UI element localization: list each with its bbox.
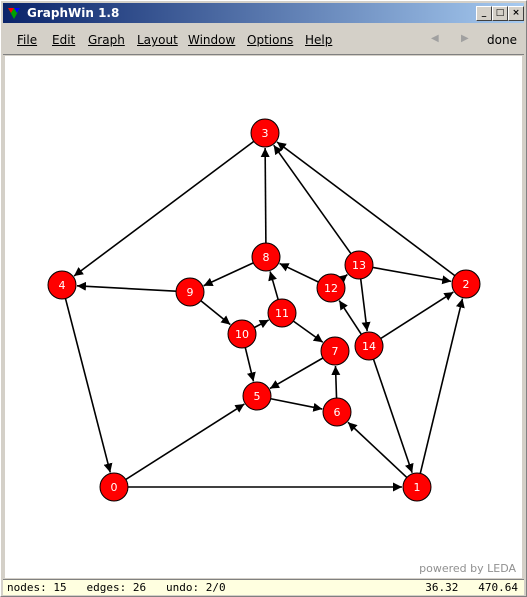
edges-layer [64, 140, 465, 492]
graph-node-label: 6 [334, 406, 341, 419]
graph-node-label: 5 [254, 390, 261, 403]
title-bar[interactable]: GraphWin 1.8 _ □ × [3, 3, 524, 23]
graph-node-label: 12 [324, 282, 338, 295]
graph-node-10[interactable]: 10 [227, 319, 257, 349]
menu-help-label: Help [305, 33, 333, 47]
graph-node-8[interactable]: 8 [251, 242, 281, 272]
graph-canvas[interactable]: 0 1 2 3 4 5 6 7 8 9 10 11 12 13 14 powered by LEDA [5, 56, 522, 578]
graph-node-label: 7 [332, 345, 339, 358]
graph-node-6[interactable]: 6 [322, 397, 352, 427]
edge-5-6[interactable] [270, 397, 323, 412]
menu-options[interactable]: Options [247, 33, 293, 47]
minimize-button[interactable]: _ [476, 6, 492, 21]
graph-node-3[interactable]: 3 [250, 118, 280, 148]
graph-node-label: 10 [235, 328, 249, 341]
graph-node-label: 8 [263, 251, 270, 264]
graph-node-4[interactable]: 4 [47, 270, 77, 300]
graph-node-label: 2 [463, 278, 470, 291]
edge-8-3[interactable] [260, 147, 270, 244]
graph-node-13[interactable]: 13 [344, 250, 374, 280]
edge-11-7[interactable] [292, 320, 324, 343]
graph-drawing[interactable]: 0 1234567891011121314 [5, 56, 522, 578]
menu-help[interactable]: Help [305, 33, 332, 47]
edge-13-14[interactable] [359, 278, 371, 332]
menu-edit-label: Edit [52, 33, 76, 47]
edge-3-4[interactable] [73, 140, 255, 277]
edge-9-4[interactable] [76, 281, 177, 293]
graph-node-label: 14 [362, 340, 376, 353]
edge-11-8[interactable] [268, 271, 279, 300]
edge-7-5[interactable] [269, 357, 324, 390]
graph-node-11[interactable]: 11 [267, 298, 297, 328]
edge-8-9[interactable] [203, 262, 254, 287]
powered-by-label: powered by LEDA [419, 562, 516, 575]
menu-options-label: Options [247, 33, 294, 47]
edge-9-10[interactable] [200, 300, 231, 326]
menu-window-label: Window [188, 33, 236, 47]
graphwin-window: GraphWin 1.8 _ □ × File Edit Graph Layou… [0, 0, 527, 597]
status-coords: 36.32 470.64 [425, 581, 518, 594]
menu-bar: File Edit Graph Layout Window Options He… [3, 26, 524, 55]
graph-node-label: 9 [187, 286, 194, 299]
window-title: GraphWin 1.8 [27, 6, 120, 20]
graph-node-label: 0 [111, 481, 118, 494]
maximize-button[interactable]: □ [492, 6, 508, 21]
menu-edit[interactable]: Edit [52, 33, 75, 47]
edge-4-0[interactable] [64, 298, 113, 473]
graph-node-14[interactable]: 14 [354, 331, 384, 361]
graph-node-7[interactable]: 7 [320, 336, 350, 366]
close-button[interactable]: × [508, 6, 524, 21]
right-arrow-icon[interactable]: ▶ [461, 33, 469, 44]
status-nodes: nodes: 15 [7, 581, 67, 594]
graph-node-5[interactable]: 5 [242, 381, 272, 411]
edge-14-12[interactable] [338, 300, 362, 335]
edge-6-7[interactable] [331, 365, 341, 399]
edge-10-11[interactable] [254, 319, 270, 329]
graph-node-label: 4 [59, 279, 66, 292]
status-undo: undo: 2/0 [165, 581, 226, 594]
menu-layout[interactable]: Layout [137, 33, 178, 47]
graph-node-9[interactable]: 9 [175, 277, 205, 307]
status-edges: edges: 26 [86, 581, 147, 594]
graph-node-0[interactable]: 0 [99, 472, 129, 502]
status-counts: nodes: 15 edges: 26 undo: 2/0 [7, 580, 226, 595]
done-button[interactable]: done [487, 33, 517, 47]
graph-node-2[interactable]: 2 [451, 269, 481, 299]
menu-graph-label: Graph [88, 33, 125, 47]
edge-0-5[interactable] [125, 403, 245, 481]
graph-node-12[interactable]: 12 [316, 273, 346, 303]
edge-13-2[interactable] [372, 266, 452, 285]
graph-node-label: 13 [352, 259, 366, 272]
menu-file[interactable]: File [17, 33, 37, 47]
nodes-layer: 0 1234567891011121314 [47, 118, 481, 502]
left-arrow-icon[interactable]: ◀ [431, 33, 439, 44]
edge-14-1[interactable] [372, 358, 414, 474]
menu-graph[interactable]: Graph [88, 33, 125, 47]
edge-12-13[interactable] [337, 273, 348, 284]
edge-1-2[interactable] [419, 298, 465, 474]
graphwin-app-icon [8, 8, 20, 19]
graph-node-label: 11 [275, 307, 289, 320]
edge-10-5[interactable] [244, 347, 256, 382]
menu-window[interactable]: Window [188, 33, 235, 47]
graph-node-label: 1 [414, 481, 421, 494]
menu-file-label: File [17, 33, 38, 47]
status-bar: nodes: 15 edges: 26 undo: 2/0 36.32 470.… [3, 579, 524, 595]
edge-12-8[interactable] [279, 262, 319, 283]
graph-node-1[interactable]: 1 [402, 472, 432, 502]
menu-layout-label: Layout [137, 33, 178, 47]
graph-node-label: 3 [262, 127, 269, 140]
edge-13-3[interactable] [273, 144, 352, 255]
edge-14-2[interactable] [380, 291, 454, 340]
